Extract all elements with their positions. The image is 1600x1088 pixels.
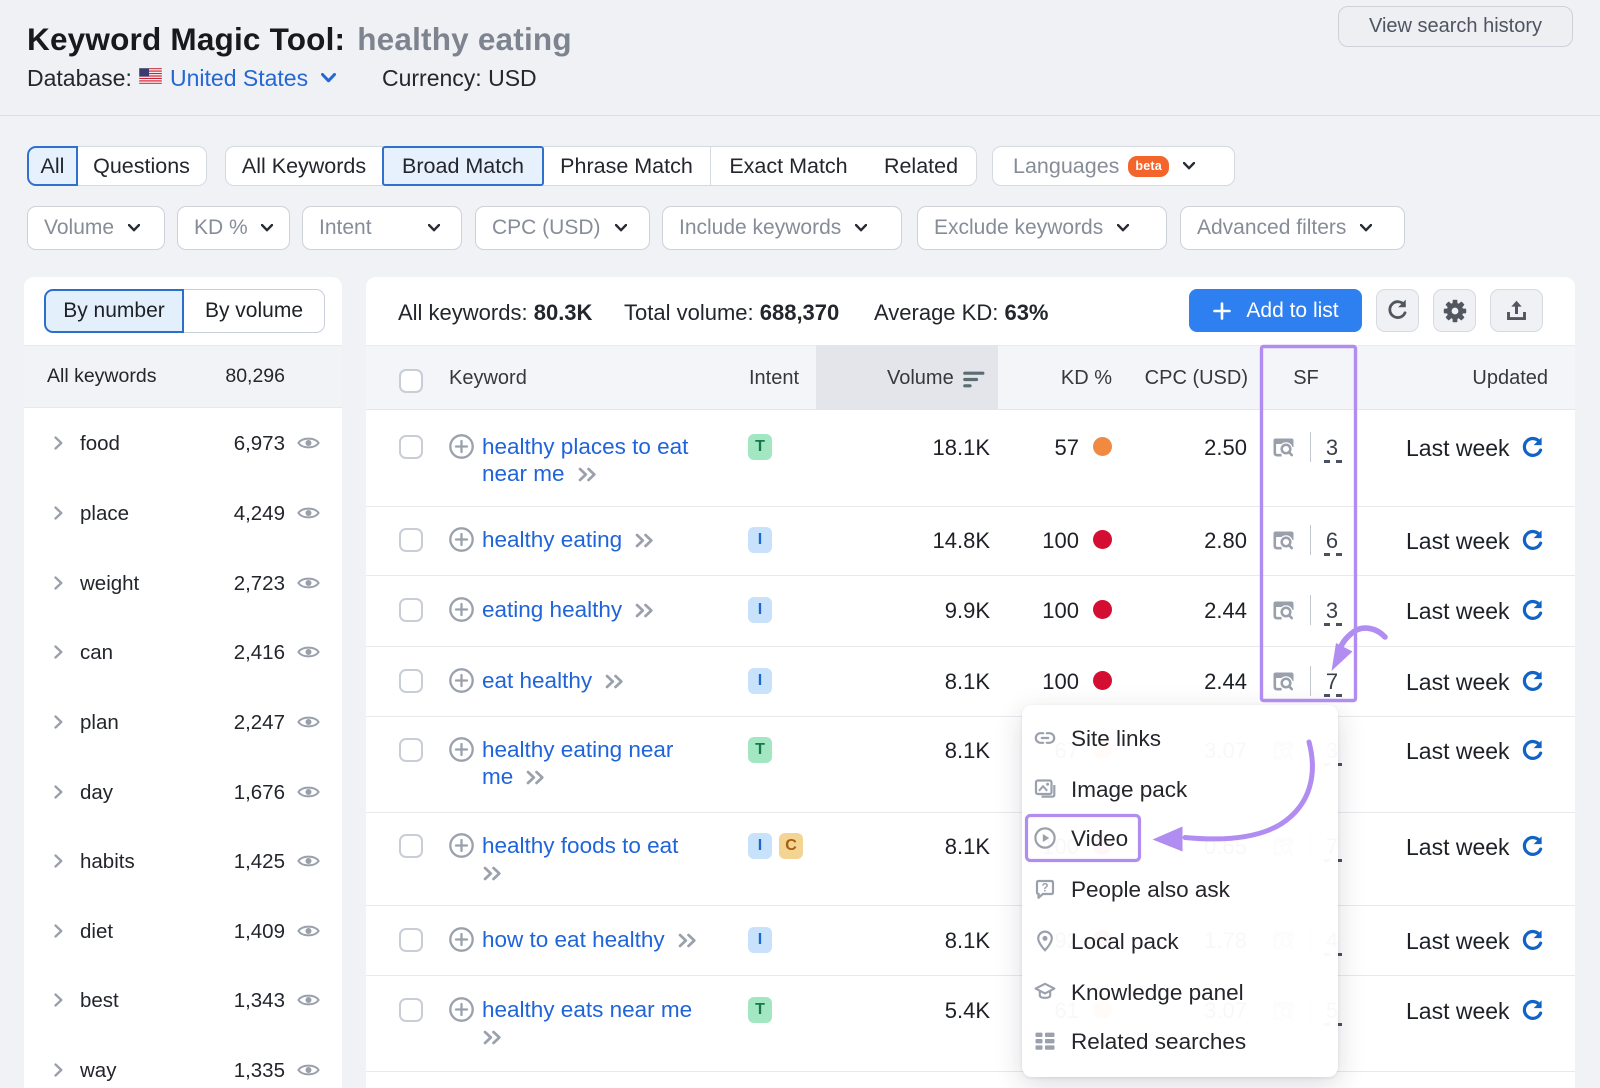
- svg-text:?: ?: [1041, 883, 1048, 895]
